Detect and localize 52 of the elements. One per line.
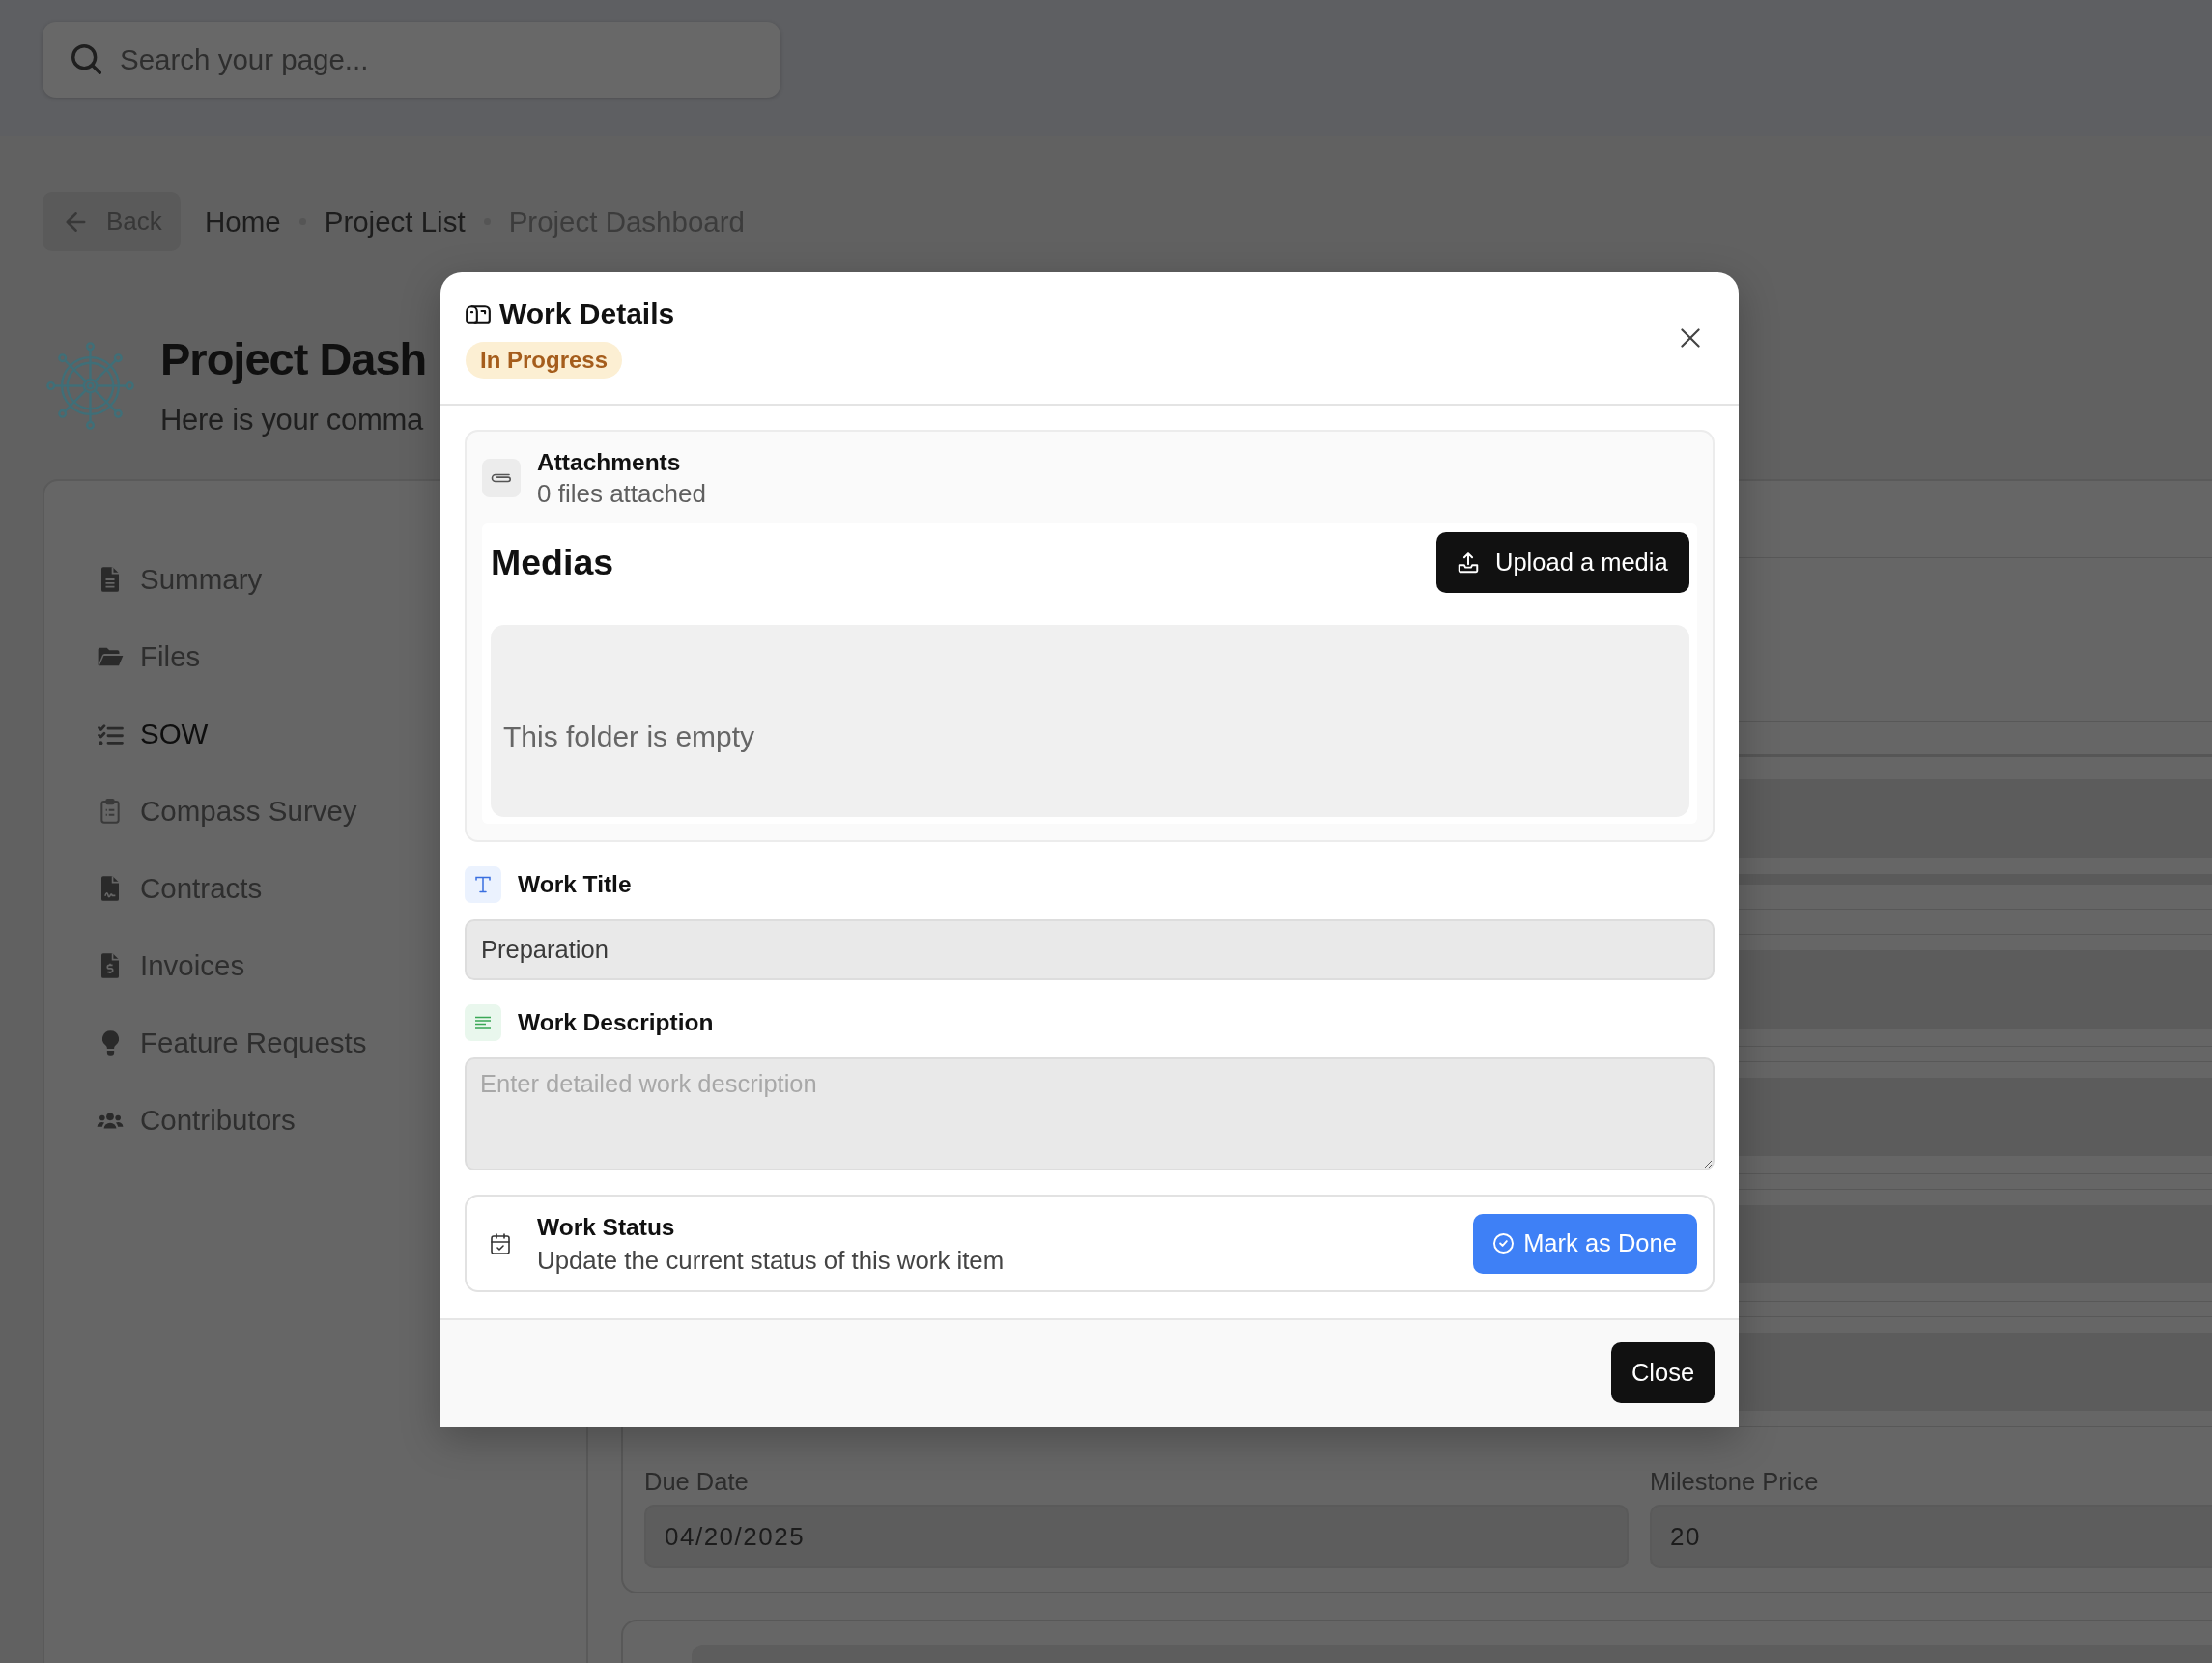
upload-button[interactable]: Upload a media bbox=[1436, 532, 1689, 593]
media-heading: Medias bbox=[491, 542, 614, 583]
page-title: Project Dash bbox=[160, 333, 427, 385]
mark-done-button[interactable]: Mark as Done bbox=[1473, 1213, 1697, 1274]
sidebar-item[interactable]: Compass Survey bbox=[97, 794, 357, 829]
status-badge: In Progress bbox=[466, 342, 623, 379]
field-label: Work Title bbox=[518, 871, 632, 898]
field-label: Milestone Price bbox=[1650, 1468, 1819, 1496]
close-icon bbox=[1681, 328, 1700, 348]
attachment-count: 0 files attached bbox=[537, 478, 706, 509]
breadcrumb-item[interactable]: Project List bbox=[324, 205, 466, 239]
page-subtitle: Here is your comma bbox=[160, 403, 423, 437]
close-button[interactable]: Close bbox=[1611, 1342, 1715, 1403]
sidebar-item[interactable]: Summary bbox=[97, 562, 263, 597]
arrow-left-icon bbox=[65, 211, 87, 232]
input-field[interactable]: 20 bbox=[1650, 1505, 2212, 1568]
sidebar-item[interactable]: Feature Requests bbox=[97, 1026, 367, 1060]
field-label: Due Date bbox=[644, 1468, 749, 1496]
check-circle-icon bbox=[1493, 1233, 1515, 1254]
paperclip-icon bbox=[482, 459, 521, 497]
description-field[interactable]: Enter detailed work description bbox=[465, 1057, 1715, 1170]
checklist-icon bbox=[97, 723, 124, 745]
empty-folder-message: This folder is empty bbox=[503, 719, 755, 753]
type-icon bbox=[465, 866, 501, 903]
status-description: Update the current status of this work item bbox=[537, 1245, 1005, 1276]
users-icon bbox=[97, 1112, 124, 1129]
close-button[interactable] bbox=[1681, 328, 1700, 348]
clipboard-icon bbox=[100, 799, 120, 824]
sidebar-item[interactable]: Contracts bbox=[97, 871, 263, 906]
sidebar-item[interactable]: Files bbox=[97, 639, 201, 674]
status-title: Work Status bbox=[537, 1212, 675, 1242]
upload-icon bbox=[1458, 551, 1479, 574]
sidebar-item[interactable]: Contributors bbox=[97, 1103, 296, 1138]
input-field[interactable]: 04/20/2025 bbox=[644, 1505, 1629, 1568]
signed-document-icon bbox=[101, 876, 119, 901]
sidebar-item[interactable]: SOW bbox=[97, 717, 209, 751]
ship-wheel-icon bbox=[46, 341, 134, 430]
text-lines-icon bbox=[465, 1004, 501, 1041]
invoice-icon bbox=[101, 953, 119, 978]
breadcrumb-item[interactable]: Home bbox=[205, 205, 281, 239]
field-label: Work Description bbox=[518, 1009, 714, 1036]
folder-icon bbox=[97, 647, 124, 666]
lightbulb-icon bbox=[101, 1030, 119, 1056]
file-icon bbox=[101, 567, 119, 592]
sidebar-item[interactable]: Invoices bbox=[97, 948, 245, 983]
search-icon bbox=[71, 44, 101, 74]
calendar-check-icon bbox=[491, 1232, 510, 1254]
section-title: Attachments bbox=[537, 448, 681, 477]
work-title-field[interactable]: Preparation bbox=[465, 919, 1715, 980]
search-field[interactable]: Search your page... bbox=[43, 22, 780, 98]
mailbox-icon bbox=[466, 304, 491, 324]
modal-title: Work Details bbox=[499, 297, 675, 330]
